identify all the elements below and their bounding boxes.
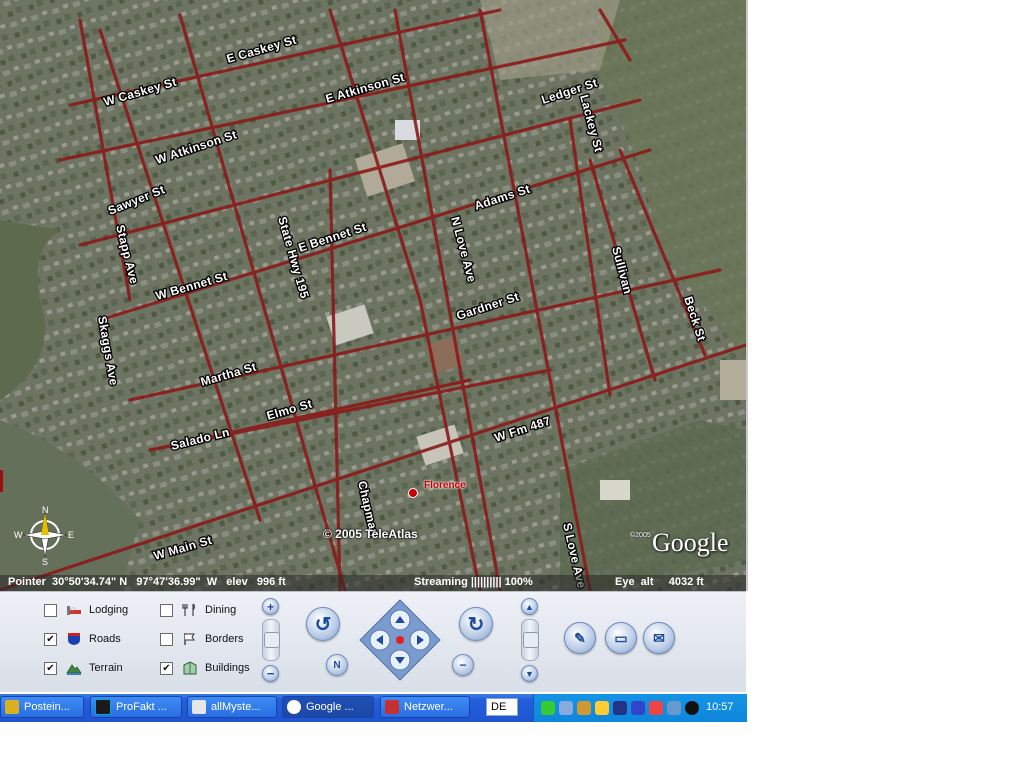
tilt-slider-knob[interactable] bbox=[523, 632, 539, 648]
print-icon[interactable]: ▭ bbox=[605, 622, 637, 654]
taskbar-item[interactable]: ProFakt ... bbox=[90, 696, 182, 718]
north-label: N bbox=[333, 659, 341, 671]
zoom-slider-knob[interactable] bbox=[264, 632, 280, 648]
tray-icon[interactable] bbox=[631, 701, 645, 715]
satellite-map[interactable]: W Caskey St E Caskey St E Atkinson St Le… bbox=[0, 0, 746, 591]
tray-icon[interactable] bbox=[613, 701, 627, 715]
app-icon bbox=[95, 699, 111, 715]
terrain-checkbox[interactable]: ✔ bbox=[44, 661, 57, 675]
map-copyright: © 2005 TeleAtlas bbox=[323, 527, 418, 541]
window-edge bbox=[746, 0, 748, 591]
taskbar-item[interactable]: Postein... bbox=[0, 696, 84, 718]
tray-icon[interactable] bbox=[577, 701, 591, 715]
dining-checkbox[interactable] bbox=[160, 603, 173, 617]
svg-text:S: S bbox=[42, 557, 48, 567]
taskbar: Postein... ProFakt ... allMyste... Googl… bbox=[0, 694, 747, 722]
system-tray: 10:57 bbox=[533, 694, 747, 722]
highway-shield-icon bbox=[66, 632, 82, 646]
taskbar-item-active[interactable]: Google ... bbox=[282, 696, 374, 718]
zoom-slider[interactable] bbox=[262, 619, 280, 661]
bed-icon bbox=[66, 603, 82, 617]
borders-checkbox[interactable] bbox=[160, 632, 173, 646]
tilt-down-button[interactable]: ▼ bbox=[521, 665, 538, 682]
language-indicator[interactable]: DE bbox=[486, 698, 518, 716]
layer-buildings[interactable]: ✔ Buildings bbox=[160, 659, 250, 677]
svg-text:N: N bbox=[42, 505, 49, 515]
status-bar: Pointer 30°50'34.74" N 97°47'36.99" W el… bbox=[0, 575, 746, 591]
google-logo: Google bbox=[652, 528, 729, 557]
roads-checkbox[interactable]: ✔ bbox=[44, 632, 57, 646]
buildings-checkbox[interactable]: ✔ bbox=[160, 661, 173, 675]
eye-altitude: Eye alt 4032 ft bbox=[615, 576, 704, 588]
streaming-indicator: Streaming |||||||||| 100% bbox=[414, 576, 533, 588]
layer-lodging[interactable]: Lodging bbox=[44, 601, 128, 619]
mountain-icon bbox=[66, 661, 82, 675]
tray-icon[interactable] bbox=[667, 701, 681, 715]
rotate-right-icon[interactable]: ↻ bbox=[459, 607, 493, 641]
taskbar-item[interactable]: allMyste... bbox=[187, 696, 277, 718]
clock[interactable]: 10:57 bbox=[706, 701, 734, 713]
layer-terrain[interactable]: ✔ Terrain bbox=[44, 659, 123, 677]
pointer-readout: Pointer 30°50'34.74" N 97°47'36.99" W el… bbox=[8, 576, 286, 588]
lodging-checkbox[interactable] bbox=[44, 603, 57, 617]
rotate-left-icon[interactable]: ↺ bbox=[306, 607, 340, 641]
email-icon[interactable]: ✉ bbox=[643, 622, 675, 654]
tray-icon[interactable] bbox=[559, 701, 573, 715]
roads-label: Roads bbox=[89, 633, 121, 645]
svg-text:W: W bbox=[14, 530, 23, 540]
flag-icon bbox=[182, 632, 198, 646]
tilt-up-button[interactable]: ▲ bbox=[521, 598, 538, 615]
terrain-label: Terrain bbox=[89, 662, 123, 674]
app-icon bbox=[192, 700, 206, 714]
tilt-slider[interactable] bbox=[521, 619, 539, 661]
google-copyright: ©2005 bbox=[630, 532, 651, 539]
dining-label: Dining bbox=[205, 604, 237, 616]
app-icon bbox=[385, 700, 399, 714]
map-canvas[interactable]: W Caskey St E Caskey St E Atkinson St Le… bbox=[0, 0, 746, 591]
tray-icon[interactable] bbox=[595, 701, 609, 715]
app-icon bbox=[5, 700, 19, 714]
borders-label: Borders bbox=[205, 633, 244, 645]
place-label[interactable]: Florence bbox=[424, 480, 466, 491]
buildings-label: Buildings bbox=[205, 662, 250, 674]
fork-knife-icon bbox=[182, 603, 198, 617]
zoom-in-button[interactable]: + bbox=[262, 598, 279, 615]
zoom-out-button[interactable]: − bbox=[262, 665, 279, 682]
layer-roads[interactable]: ✔ Roads bbox=[44, 630, 121, 648]
svg-text:E: E bbox=[68, 530, 74, 540]
placemark-icon[interactable]: ✎ bbox=[564, 622, 596, 654]
window-edge-marker bbox=[0, 470, 3, 492]
taskbar-item[interactable]: Netzwer... bbox=[380, 696, 470, 718]
building-icon bbox=[182, 661, 198, 675]
navigation-pad[interactable] bbox=[358, 598, 442, 682]
layer-dining[interactable]: Dining bbox=[160, 601, 236, 619]
tilt-reset-button[interactable]: − bbox=[452, 654, 474, 676]
north-up-button[interactable]: N bbox=[326, 654, 348, 676]
tray-icon[interactable] bbox=[685, 701, 699, 715]
tray-icon[interactable] bbox=[649, 701, 663, 715]
tray-icon[interactable] bbox=[541, 701, 555, 715]
lodging-label: Lodging bbox=[89, 604, 129, 616]
control-panel: Lodging Dining ✔ Roads Borders ✔ Terrain… bbox=[0, 591, 746, 692]
globe-icon bbox=[287, 700, 301, 714]
layer-borders[interactable]: Borders bbox=[160, 630, 244, 648]
place-marker-icon[interactable] bbox=[408, 488, 418, 498]
